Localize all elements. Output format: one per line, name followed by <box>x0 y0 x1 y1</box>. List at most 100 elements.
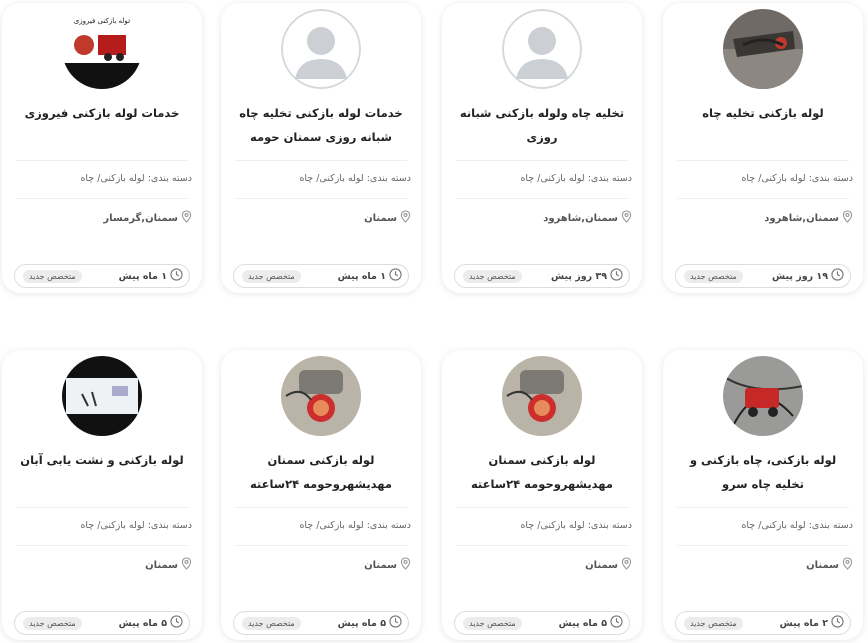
divider <box>677 507 849 508</box>
posted-time: ۲ ماه پیش <box>780 615 844 631</box>
location: سمنان <box>145 557 192 573</box>
card-title[interactable]: خدمات لوله بازکنی تخلیه چاه شبانه روزی س… <box>235 101 407 149</box>
location-text: سمنان <box>364 559 397 571</box>
location-pin-icon <box>842 557 853 573</box>
location-text: سمنان,گرمسار <box>103 212 178 224</box>
divider <box>456 545 628 546</box>
category-prefix: دسته بندی: <box>366 520 411 531</box>
specialist-card[interactable]: لوله بازکنی سمنان مهدیشهروحومه ۲۴ساعته د… <box>442 350 642 640</box>
time-text: ۱ ماه پیش <box>337 270 386 282</box>
posted-time: ۵ ماه پیش <box>338 615 402 631</box>
divider <box>16 198 188 199</box>
location-text: سمنان <box>364 212 397 224</box>
specialist-card[interactable]: لوله بازکنی، چاه بازکنی و تخلیه چاه سرو … <box>663 350 863 640</box>
avatar[interactable]: لوله بازکنی فیروزی <box>62 9 142 89</box>
card-title[interactable]: تخلیه چاه ولوله بازکنی شبانه روزی <box>456 101 628 149</box>
card-title[interactable]: لوله بازکنی تخلیه چاه <box>677 101 849 125</box>
card-footer: ۲ ماه پیش متخصص جدید <box>675 611 851 635</box>
category-value: لوله بازکنی/ چاه <box>520 173 585 184</box>
specialist-card[interactable]: لوله بازکنی فیروزی خدمات لوله بازکنی فیر… <box>2 3 202 293</box>
category-prefix: دسته بندی: <box>147 173 192 184</box>
card-footer: ۱ ماه پیش متخصص جدید <box>14 264 190 288</box>
clock-icon <box>610 268 623 284</box>
avatar[interactable] <box>502 356 582 436</box>
time-text: ۱ ماه پیش <box>118 270 167 282</box>
card-title[interactable]: لوله بازکنی سمنان مهدیشهروحومه ۲۴ساعته <box>456 448 628 496</box>
location-pin-icon <box>400 557 411 573</box>
new-specialist-badge: متخصص جدید <box>23 269 82 283</box>
divider <box>456 198 628 199</box>
divider <box>16 160 188 161</box>
new-specialist-badge: متخصص جدید <box>684 616 743 630</box>
clock-icon <box>610 615 623 631</box>
card-title[interactable]: خدمات لوله بازکنی فیروزی <box>16 101 188 125</box>
location-pin-icon <box>621 210 632 226</box>
avatar[interactable] <box>281 356 361 436</box>
category-text: دسته بندی: لوله بازکنی/ چاه <box>741 520 853 531</box>
divider <box>235 198 407 199</box>
location-text: سمنان,شاهرود <box>543 212 618 224</box>
card-footer: ۵ ماه پیش متخصص جدید <box>233 611 409 635</box>
card-title[interactable]: لوله بازکنی، چاه بازکنی و تخلیه چاه سرو <box>677 448 849 496</box>
card-footer: ۵ ماه پیش متخصص جدید <box>14 611 190 635</box>
card-title[interactable]: لوله بازکنی و نشت یابی آبان <box>16 448 188 472</box>
clock-icon <box>831 268 844 284</box>
posted-time: ۱ ماه پیش <box>338 268 402 284</box>
category-value: لوله بازکنی/ چاه <box>741 520 806 531</box>
logo-text: لوله بازکنی فیروزی <box>73 17 131 25</box>
avatar[interactable] <box>723 356 803 436</box>
location: سمنان,شاهرود <box>543 210 632 226</box>
specialist-card[interactable]: تخلیه چاه ولوله بازکنی شبانه روزی دسته ب… <box>442 3 642 293</box>
divider <box>235 545 407 546</box>
specialist-card[interactable]: لوله بازکنی تخلیه چاه دسته بندی: لوله با… <box>663 3 863 293</box>
time-text: ۲ ماه پیش <box>779 617 828 629</box>
category-prefix: دسته بندی: <box>366 173 411 184</box>
divider <box>677 545 849 546</box>
avatar[interactable] <box>723 9 803 89</box>
specialist-card[interactable]: لوله بازکنی و نشت یابی آبان دسته بندی: ل… <box>2 350 202 640</box>
posted-time: ۵ ماه پیش <box>559 615 623 631</box>
location-pin-icon <box>400 210 411 226</box>
new-specialist-badge: متخصص جدید <box>684 269 743 283</box>
category-text: دسته بندی: لوله بازکنی/ چاه <box>520 173 632 184</box>
location-text: سمنان <box>806 559 839 571</box>
clock-icon <box>389 268 402 284</box>
new-specialist-badge: متخصص جدید <box>242 269 301 283</box>
time-text: ۵ ماه پیش <box>118 617 167 629</box>
new-specialist-badge: متخصص جدید <box>23 616 82 630</box>
location: سمنان <box>585 557 632 573</box>
category-prefix: دسته بندی: <box>808 173 853 184</box>
location: سمنان,شاهرود <box>764 210 853 226</box>
location-pin-icon <box>181 210 192 226</box>
avatar[interactable] <box>62 356 142 436</box>
category-text: دسته بندی: لوله بازکنی/ چاه <box>80 173 192 184</box>
new-specialist-badge: متخصص جدید <box>463 616 522 630</box>
posted-time: ۱ ماه پیش <box>119 268 183 284</box>
category-text: دسته بندی: لوله بازکنی/ چاه <box>741 173 853 184</box>
time-text: ۵ ماه پیش <box>337 617 386 629</box>
specialist-card[interactable]: خدمات لوله بازکنی تخلیه چاه شبانه روزی س… <box>221 3 421 293</box>
posted-time: ۵ ماه پیش <box>119 615 183 631</box>
location-pin-icon <box>181 557 192 573</box>
posted-time: ۳۹ روز پیش <box>551 268 623 284</box>
category-text: دسته بندی: لوله بازکنی/ چاه <box>80 520 192 531</box>
avatar[interactable] <box>281 9 361 89</box>
category-value: لوله بازکنی/ چاه <box>520 520 585 531</box>
divider <box>16 545 188 546</box>
clock-icon <box>389 615 402 631</box>
category-prefix: دسته بندی: <box>808 520 853 531</box>
location-text: سمنان,شاهرود <box>764 212 839 224</box>
divider <box>456 160 628 161</box>
category-value: لوله بازکنی/ چاه <box>80 520 145 531</box>
card-footer: ۳۹ روز پیش متخصص جدید <box>454 264 630 288</box>
category-text: دسته بندی: لوله بازکنی/ چاه <box>520 520 632 531</box>
clock-icon <box>170 615 183 631</box>
location: سمنان <box>364 557 411 573</box>
specialist-card[interactable]: لوله بازکنی سمنان مهدیشهروحومه ۲۴ساعته د… <box>221 350 421 640</box>
category-value: لوله بازکنی/ چاه <box>80 173 145 184</box>
location-text: سمنان <box>585 559 618 571</box>
avatar[interactable] <box>502 9 582 89</box>
time-text: ۱۹ روز پیش <box>772 270 828 282</box>
card-title[interactable]: لوله بازکنی سمنان مهدیشهروحومه ۲۴ساعته <box>235 448 407 496</box>
new-specialist-badge: متخصص جدید <box>463 269 522 283</box>
